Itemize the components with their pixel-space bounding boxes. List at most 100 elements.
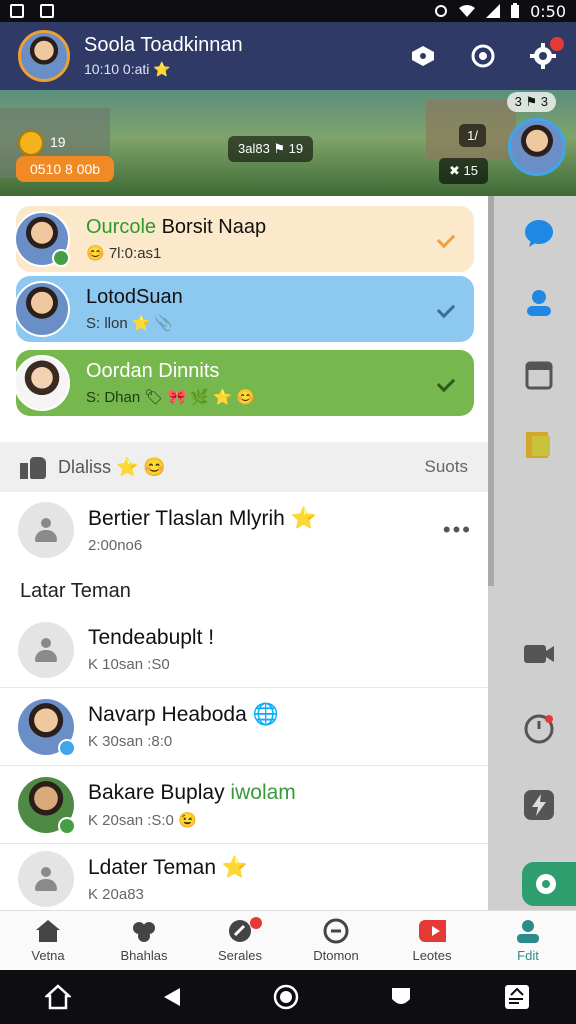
person-icon [514,918,542,944]
nav-label: Bhahlas [120,948,168,963]
status-time: 0:50 [530,1,566,21]
back-icon[interactable] [162,986,182,1008]
shield-icon[interactable] [390,985,412,1009]
section-header[interactable]: Dlaliss ⭐ 😊 Suots [0,442,488,492]
contact-meta: 2:00no6 [88,536,143,554]
banner-top-stats: 3 ⚑ 3 [506,92,556,112]
banner-reward-button[interactable]: 0510 8 00b [16,156,115,182]
section-action[interactable]: Suots [425,457,468,477]
game-banner[interactable]: 19 0510 8 00b 3al83 ⚑ 19 1/ ✖ 15 3 ⚑ 3 [0,90,576,196]
notification-badge [249,917,262,929]
nav-status[interactable]: Serales [192,911,288,970]
header-subtitle: 10:10 0:ati ⭐ [84,61,171,77]
signal-icon [486,4,501,18]
contact-name: Ldater Teman ⭐ [88,855,249,879]
profile-avatar[interactable] [18,30,70,82]
pinned-chat[interactable]: LotodSuan S: llon ⭐ 📎 [14,276,474,342]
gear-icon[interactable] [528,37,564,71]
nav-groups[interactable]: Bhahlas [96,911,192,970]
scrollbar[interactable] [488,196,494,586]
system-nav-bar [0,970,576,1024]
avatar [18,621,74,678]
person-icon [35,518,57,542]
banner-center-label: 3al83 ⚑ 19 [228,136,314,162]
pinned-chat[interactable]: Ourcole Borsit Naap 😊 7l:0:as1 [14,206,474,272]
banner-score: 1/ [459,124,486,147]
contacts-icon[interactable] [522,286,556,320]
read-check-icon [436,299,456,319]
wifi-icon [459,5,476,17]
list-item[interactable]: Tendeabuplt ! K 10san :S0 [0,612,488,688]
timer-icon[interactable] [522,712,556,746]
alarm-icon [435,5,448,17]
nav-discover[interactable]: Dtomon [288,911,384,970]
calendar-icon[interactable] [522,358,556,392]
contact-meta: K 20a83 [88,885,144,903]
read-check-icon [436,373,456,393]
contact-name: Navarp Heaboda 🌐 [88,703,279,726]
home-icon[interactable] [45,984,72,1010]
recent-circle-icon[interactable] [272,983,300,1011]
online-badge [52,249,70,267]
friends-heading: Latar Teman [20,580,131,602]
contact-name: Bertier Tlaslan Mlyrih ⭐ [88,506,317,530]
banner-player-avatar[interactable] [508,118,566,176]
nav-home[interactable]: Vetna [0,911,96,970]
avatar [18,776,76,835]
side-rail [488,196,576,910]
nav-label: Dtomon [313,948,359,963]
thumbs-up-icon [20,455,46,479]
chat-icon[interactable] [522,216,556,250]
contact-meta: K 20san :S:0 😉 [88,811,197,829]
avatar [14,281,70,337]
nav-label: Vetna [31,948,65,963]
list-item[interactable]: Bakare Buplay iwolam K 20san :S:0 😉 [0,766,488,844]
chat-meta: S: Dhan 🏷 🎀 🌿 ⭐ 😊 [86,389,255,406]
avatar [18,851,74,907]
coin-icon [18,130,44,156]
more-options-icon[interactable]: ••• [443,517,472,543]
flash-icon[interactable] [522,788,556,822]
read-check-icon [436,229,456,249]
avatar [18,698,76,757]
chat-panel: Ourcole Borsit Naap 😊 7l:0:as1 LotodSuan… [0,196,488,910]
nav-label: Leotes [412,948,452,963]
chat-name: Oordan Dinnits [86,360,220,382]
online-badge [58,816,76,835]
video-icon[interactable] [522,636,556,670]
chat-meta: S: llon ⭐ 📎 [86,315,174,332]
nav-profile[interactable]: Fdit [480,911,576,970]
notification-icon [10,4,24,18]
person-icon [35,637,57,662]
avatar [14,211,70,267]
chat-meta: 😊 7l:0:as1 [86,245,162,262]
chat-bubble-icon[interactable] [408,41,438,71]
notification-badge [550,37,564,51]
notes-icon[interactable] [522,428,556,462]
app-screen: 0:50 Soola Toadkinnan 10:10 0:ati ⭐ 19 0… [0,0,576,1024]
coin-count: 19 [50,134,66,150]
keyboard-icon[interactable] [503,983,531,1011]
person-icon [35,867,57,891]
list-item[interactable]: Bertier Tlaslan Mlyrih ⭐ 2:00no6 ••• [0,492,488,568]
nav-videos[interactable]: Leotes [384,911,480,970]
list-item[interactable]: Ldater Teman ⭐ K 20a83 [0,844,488,910]
groups-icon [130,918,158,944]
list-item[interactable]: Navarp Heaboda 🌐 K 30san :8:0 [0,688,488,766]
contact-name: Bakare Buplay iwolam [88,780,296,804]
page-title: Soola Toadkinnan [84,34,243,56]
play-icon [418,918,446,944]
avatar [18,502,74,558]
section-label: Dlaliss ⭐ 😊 [58,456,166,477]
add-button[interactable] [522,862,576,906]
compass-icon [322,918,350,944]
pinned-chat[interactable]: Oordan Dinnits S: Dhan 🏷 🎀 🌿 ⭐ 😊 [14,350,474,416]
bottom-nav: Vetna Bhahlas Serales Dtomon Leotes Fdit [0,910,576,970]
record-icon[interactable] [468,41,498,71]
home-icon [34,918,62,944]
status-badge [58,738,76,757]
battery-icon [511,3,520,18]
header-titles: Soola Toadkinnan 10:10 0:ati ⭐ [84,34,243,78]
app-header: Soola Toadkinnan 10:10 0:ati ⭐ [0,22,576,90]
chat-name: LotodSuan [86,286,183,308]
